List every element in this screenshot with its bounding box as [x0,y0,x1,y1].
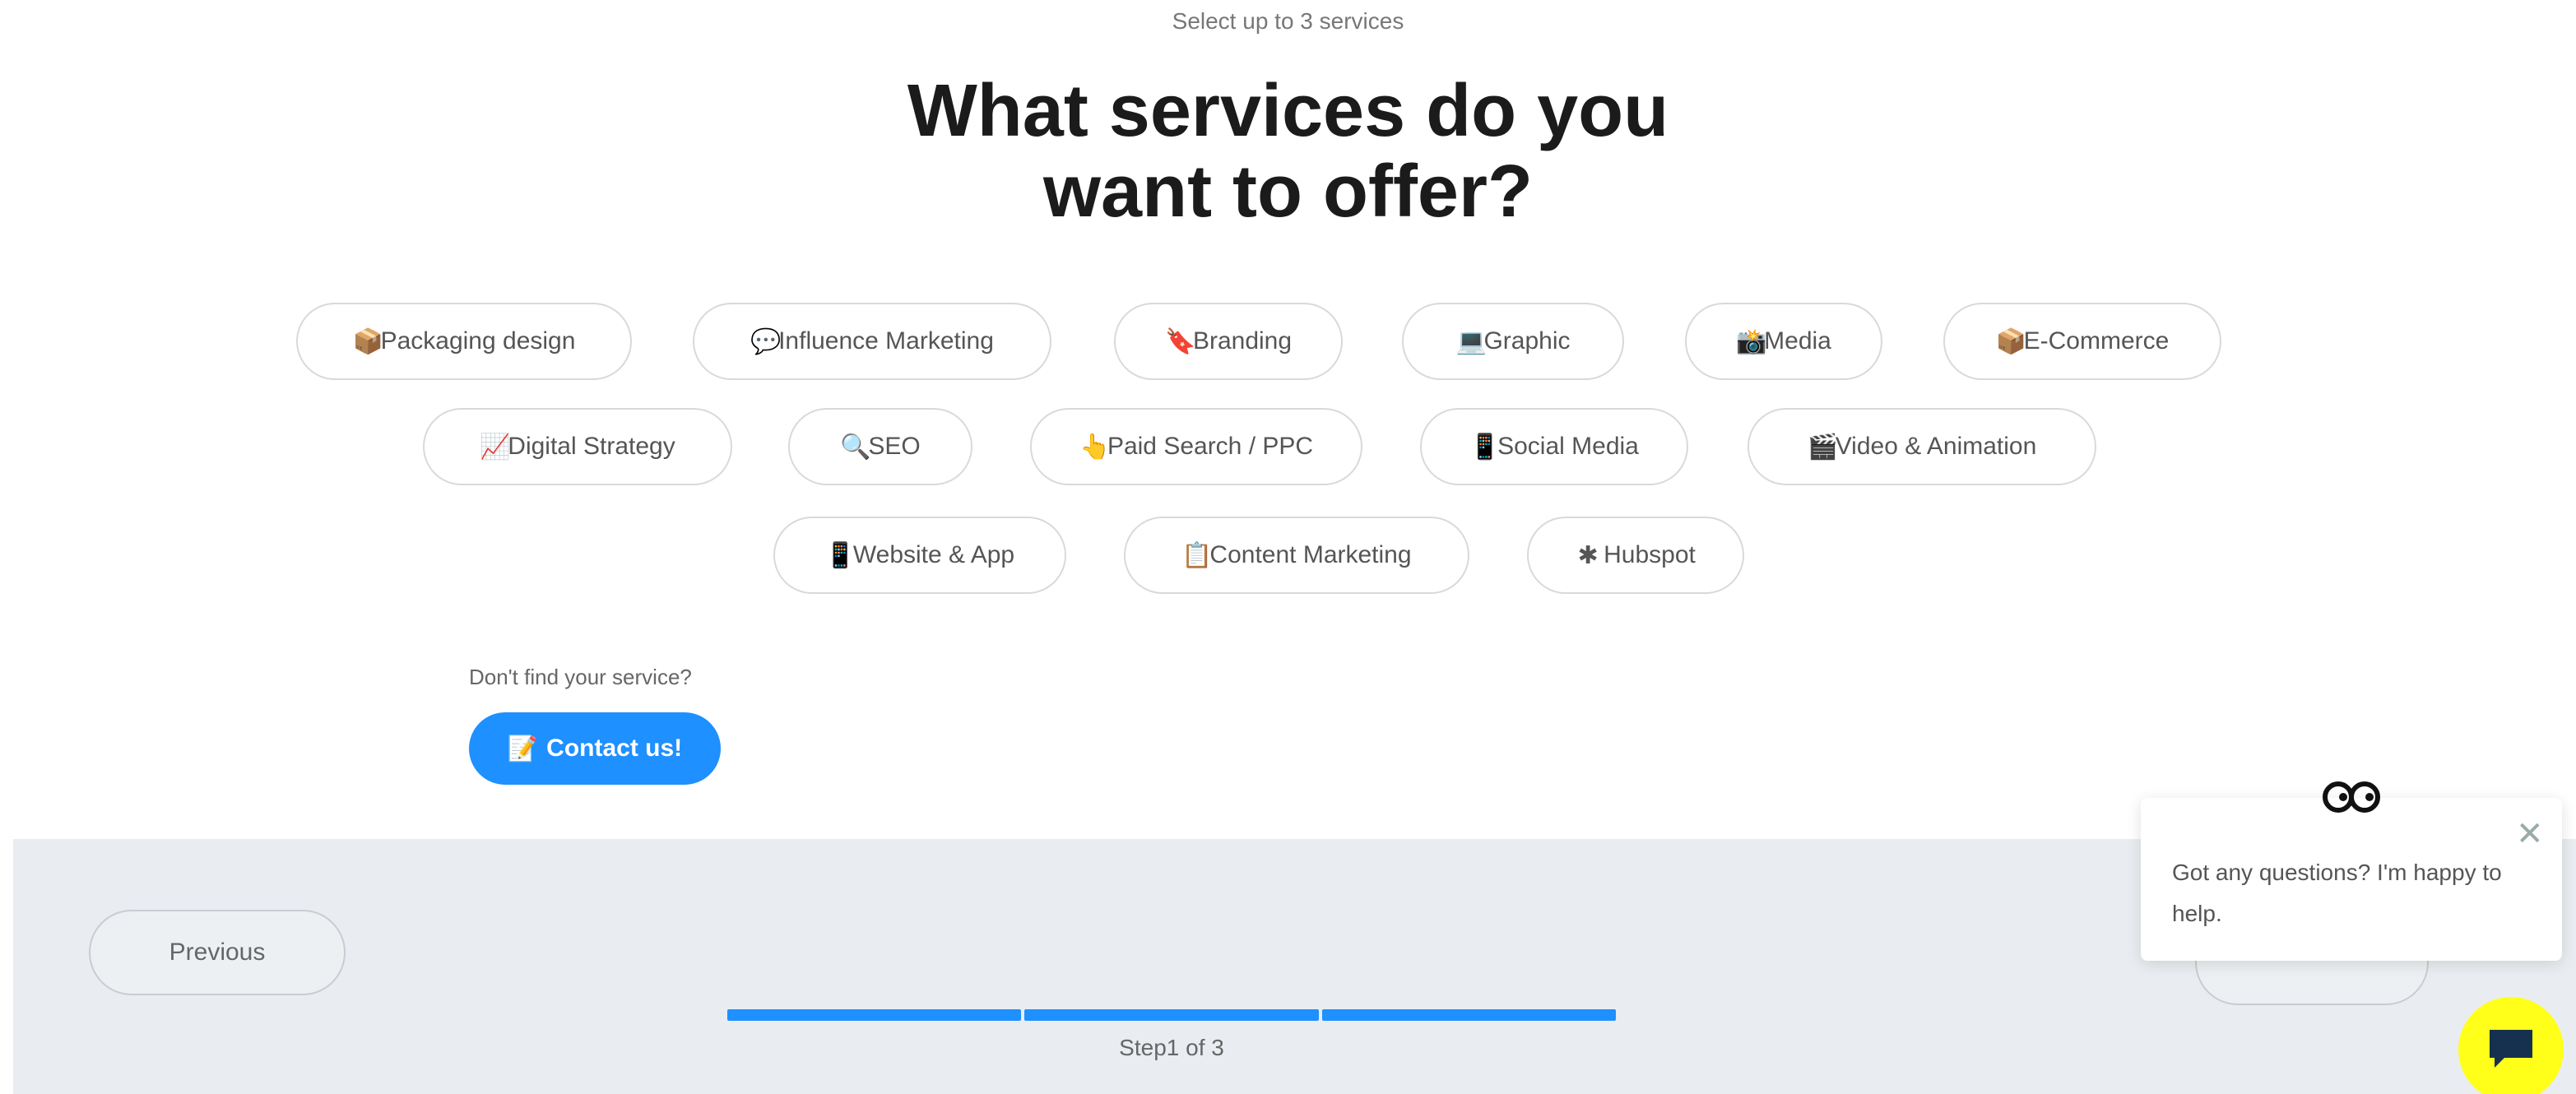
service-chip-digital-strategy[interactable]: 📈 Digital Strategy [423,408,732,485]
service-chip-e-commerce[interactable]: 📦 E-Commerce [1943,303,2221,380]
progress-segment [1024,1009,1319,1021]
service-chip-graphic[interactable]: 💻 Graphic [1402,303,1624,380]
progress-segment [727,1009,1022,1021]
service-chip-social-media[interactable]: 📱 Social Media [1420,408,1688,485]
service-chip-video-animation[interactable]: 🎬 Video & Animation [1748,408,2096,485]
chat-bubble-icon [2490,1030,2532,1068]
service-chip-label: Video & Animation [1835,433,2037,460]
speech-bubble-icon: 💬 [750,327,782,355]
hubspot-icon: ✱ [1577,541,1599,569]
service-chip-label: Content Marketing [1209,541,1412,568]
laptop-icon: 💻 [1455,327,1487,355]
open-chat-button[interactable] [2458,997,2564,1094]
chart-icon: 📈 [480,433,511,461]
service-chip-label: Paid Search / PPC [1107,433,1314,460]
service-chip-label: Influence Marketing [778,327,994,355]
service-chip-paid-search-ppc[interactable]: 👆 Paid Search / PPC [1030,408,1362,485]
service-chip-packaging-design[interactable]: 📦 Packaging design [296,303,632,380]
previous-button[interactable]: Previous [89,910,346,995]
title-line-2: want to offer? [1043,151,1533,233]
page-title: What services do you want to offer? [0,71,2576,232]
step-progress-bar [727,1009,1616,1021]
service-chip-label: Hubspot [1604,541,1696,568]
progress-segment [1321,1009,1616,1021]
chat-assistant-logo-icon [2323,781,2380,813]
service-chip-label: E-Commerce [2023,327,2170,355]
title-line-1: What services do you [907,70,1669,152]
service-chip-label: Media [1764,327,1831,355]
edit-icon: 📝 [507,735,539,763]
service-chip-media[interactable]: 📸 Media [1685,303,1882,380]
clapperboard-icon: 🎬 [1807,433,1839,461]
service-chip-content-marketing[interactable]: 📋 Content Marketing [1124,517,1469,594]
contact-us-label: Contact us! [546,735,683,762]
service-chip-label: Website & App [852,541,1015,568]
service-chip-label: Branding [1192,327,1293,355]
pointer-icon: 👆 [1079,433,1111,461]
service-chip-label: Graphic [1483,327,1571,355]
service-chip-label: Digital Strategy [508,433,675,460]
service-chip-website-app[interactable]: 📱 Website & App [773,517,1066,594]
chat-message: Got any questions? I'm happy to help. [2172,860,2502,926]
service-chip-seo[interactable]: 🔍 SEO [788,408,972,485]
step-indicator: Step1 of 3 [1119,1035,1224,1060]
service-chip-branding[interactable]: 🔖 Branding [1114,303,1343,380]
service-selection-panel: Select up to 3 services What services do… [0,0,2576,839]
service-chip-label: Social Media [1497,433,1639,460]
camera-icon: 📸 [1736,327,1767,355]
phone-icon: 📱 [1469,433,1501,461]
package-icon: 📦 [1995,327,2026,355]
contact-us-button[interactable]: 📝 Contact us! [469,712,721,785]
close-icon[interactable]: ✕ [2516,818,2544,851]
service-chip-label: Packaging design [380,327,576,355]
phone-icon: 📱 [824,541,856,569]
service-chip-hubspot[interactable]: ✱ Hubspot [1527,517,1744,594]
magnifier-icon: 🔍 [840,433,871,461]
bookmark-icon: 🔖 [1164,327,1196,355]
missing-service-prompt: Don't find your service? [469,665,692,689]
package-icon: 📦 [352,327,383,355]
clipboard-icon: 📋 [1181,541,1213,569]
service-chip-label: SEO [868,433,921,460]
service-chip-influence-marketing[interactable]: 💬 Influence Marketing [693,303,1051,380]
selection-hint: Select up to 3 services [1172,8,1404,34]
